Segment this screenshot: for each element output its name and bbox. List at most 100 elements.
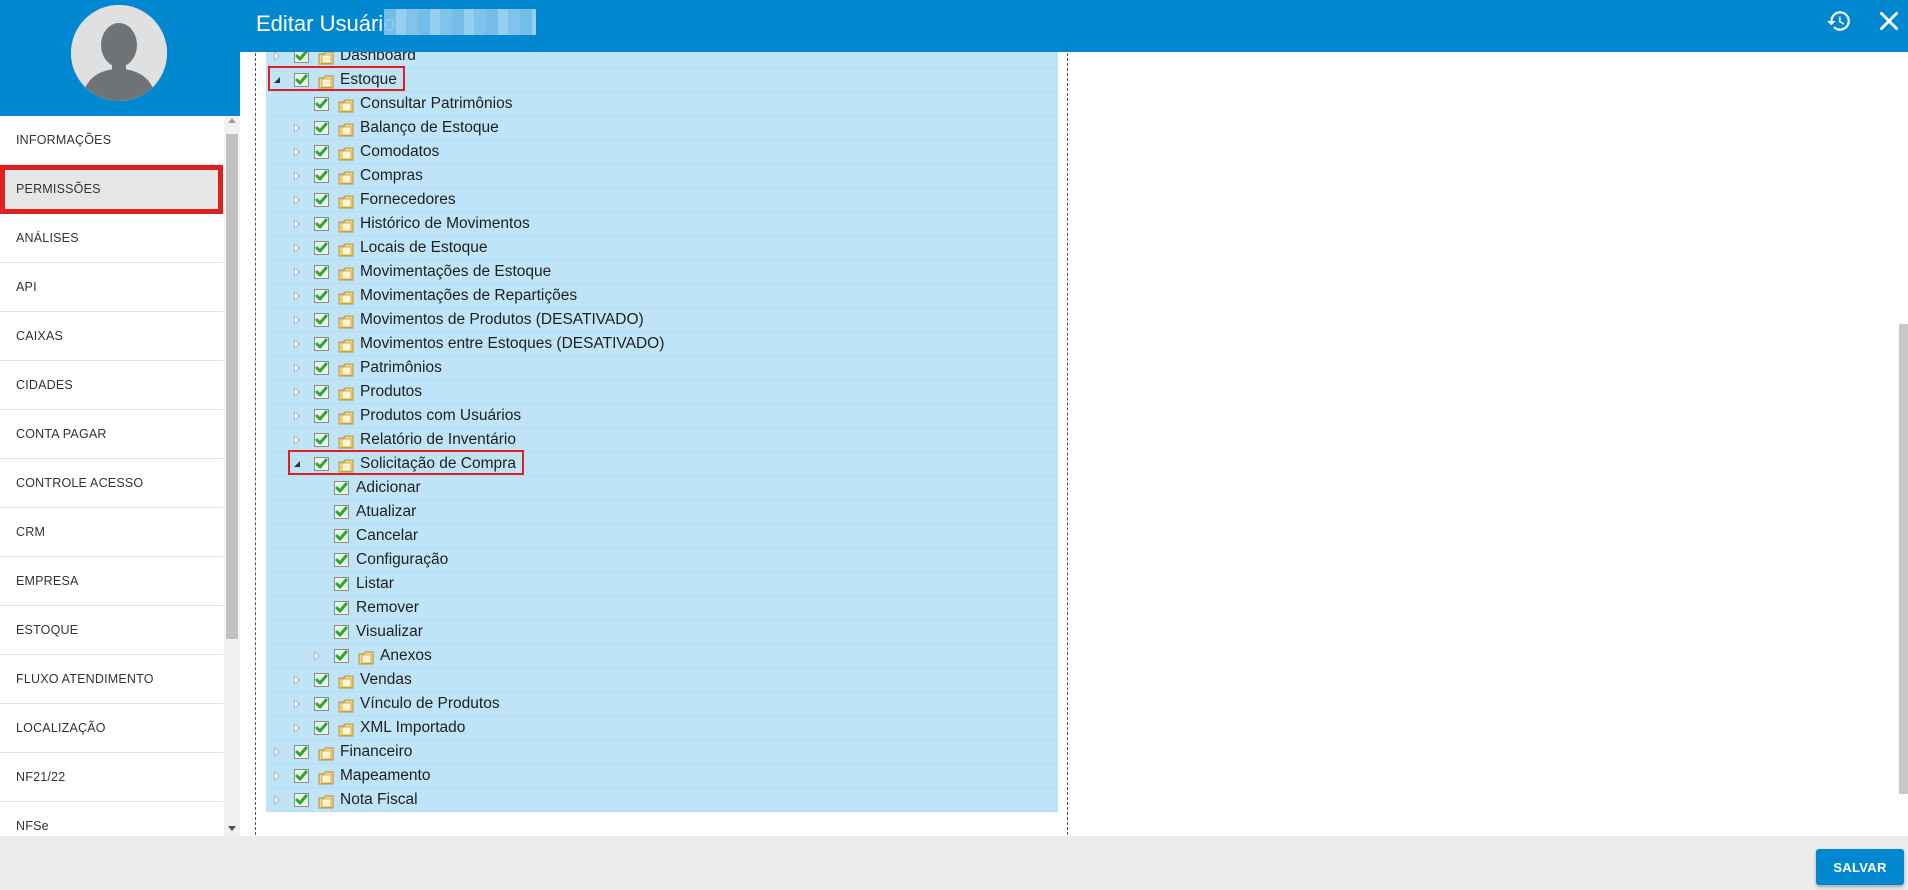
- tree-row[interactable]: Locais de Estoque: [266, 236, 1058, 260]
- expand-arrow-icon[interactable]: [294, 123, 300, 133]
- sidebar-item-0[interactable]: INFORMAÇÕES: [0, 116, 223, 165]
- tree-row[interactable]: Movimentos entre Estoques (DESATIVADO): [266, 332, 1058, 356]
- permission-checkbox[interactable]: [314, 385, 329, 399]
- permission-checkbox[interactable]: [314, 265, 329, 279]
- expand-arrow-icon[interactable]: [274, 795, 280, 805]
- expand-arrow-icon[interactable]: [274, 771, 280, 781]
- sidebar-item-7[interactable]: CONTROLE ACESSO: [0, 459, 223, 508]
- expand-arrow-icon[interactable]: [294, 315, 300, 325]
- tree-row[interactable]: Vínculo de Produtos: [266, 692, 1058, 716]
- sidebar-scrollbar[interactable]: [224, 116, 240, 836]
- history-icon[interactable]: [1826, 8, 1852, 34]
- tree-node-label[interactable]: Relatório de Inventário: [360, 428, 516, 452]
- tree-row[interactable]: Nota Fiscal: [266, 788, 1058, 812]
- tree-row[interactable]: Solicitação de Compra: [266, 450, 1058, 476]
- sidebar-item-2[interactable]: ANÁLISES: [0, 214, 223, 263]
- permission-checkbox[interactable]: [314, 313, 329, 327]
- tree-row[interactable]: Remover: [266, 596, 1058, 620]
- scroll-down-icon[interactable]: [228, 826, 236, 831]
- permission-checkbox[interactable]: [294, 745, 309, 759]
- tree-row[interactable]: Fornecedores: [266, 188, 1058, 212]
- tree-node-label[interactable]: Consultar Patrimônios: [360, 92, 512, 116]
- tree-node-label[interactable]: Visualizar: [356, 620, 423, 644]
- tree-row[interactable]: Dashboard: [266, 52, 1058, 68]
- tree-node-label[interactable]: Vendas: [360, 668, 412, 692]
- tree-row[interactable]: Patrimônios: [266, 356, 1058, 380]
- sidebar-item-9[interactable]: EMPRESA: [0, 557, 223, 606]
- tree-node-label[interactable]: Locais de Estoque: [360, 236, 488, 260]
- tree-node-label[interactable]: Estoque: [340, 68, 397, 92]
- tree-row[interactable]: Movimentações de Estoque: [266, 260, 1058, 284]
- permission-checkbox[interactable]: [314, 697, 329, 711]
- tree-row[interactable]: Visualizar: [266, 620, 1058, 644]
- tree-row[interactable]: Atualizar: [266, 500, 1058, 524]
- tree-row[interactable]: Financeiro: [266, 740, 1058, 764]
- tree-node-label[interactable]: Fornecedores: [360, 188, 456, 212]
- expand-arrow-icon[interactable]: [294, 219, 300, 229]
- tree-row[interactable]: Compras: [266, 164, 1058, 188]
- permission-checkbox[interactable]: [334, 529, 349, 543]
- sidebar-item-11[interactable]: FLUXO ATENDIMENTO: [0, 655, 223, 704]
- tree-row[interactable]: Movimentações de Repartições: [266, 284, 1058, 308]
- tree-node-label[interactable]: Produtos com Usuários: [360, 404, 521, 428]
- tree-node-label[interactable]: Atualizar: [356, 500, 416, 524]
- scroll-up-icon[interactable]: [228, 118, 236, 123]
- permission-checkbox[interactable]: [294, 769, 309, 783]
- tree-node-label[interactable]: Financeiro: [340, 740, 412, 764]
- tree-row[interactable]: Balanço de Estoque: [266, 116, 1058, 140]
- tree-node-label[interactable]: Mapeamento: [340, 764, 430, 788]
- permission-checkbox[interactable]: [314, 169, 329, 183]
- tree-row[interactable]: Histórico de Movimentos: [266, 212, 1058, 236]
- tree-node-label[interactable]: Cancelar: [356, 524, 418, 548]
- tree-node-label[interactable]: Dashboard: [340, 52, 416, 68]
- tree-row[interactable]: Movimentos de Produtos (DESATIVADO): [266, 308, 1058, 332]
- permission-checkbox[interactable]: [314, 433, 329, 447]
- content-scrollbar[interactable]: [1899, 324, 1908, 794]
- tree-row[interactable]: XML Importado: [266, 716, 1058, 740]
- expand-arrow-icon[interactable]: [294, 339, 300, 349]
- expand-arrow-icon[interactable]: [274, 747, 280, 757]
- sidebar-item-4[interactable]: CAIXAS: [0, 312, 223, 361]
- permission-checkbox[interactable]: [314, 721, 329, 735]
- permission-checkbox[interactable]: [314, 457, 329, 471]
- tree-node-label[interactable]: Produtos: [360, 380, 422, 404]
- tree-node-label[interactable]: Anexos: [380, 644, 432, 668]
- sidebar-item-6[interactable]: CONTA PAGAR: [0, 410, 223, 459]
- expand-arrow-icon[interactable]: [294, 411, 300, 421]
- tree-node-label[interactable]: Vínculo de Produtos: [360, 692, 500, 716]
- expand-arrow-icon[interactable]: [294, 363, 300, 373]
- expand-arrow-icon[interactable]: [294, 387, 300, 397]
- permission-checkbox[interactable]: [314, 409, 329, 423]
- permission-checkbox[interactable]: [294, 793, 309, 807]
- tree-node-label[interactable]: Movimentações de Estoque: [360, 260, 551, 284]
- tree-row[interactable]: Estoque: [266, 66, 1058, 92]
- permission-checkbox[interactable]: [314, 361, 329, 375]
- tree-row[interactable]: Adicionar: [266, 476, 1058, 500]
- sidebar-item-12[interactable]: LOCALIZAÇÃO: [0, 704, 223, 753]
- expand-arrow-icon[interactable]: [294, 147, 300, 157]
- tree-node-label[interactable]: Solicitação de Compra: [360, 452, 516, 476]
- sidebar-item-5[interactable]: CIDADES: [0, 361, 223, 410]
- permission-checkbox[interactable]: [334, 649, 349, 663]
- permission-checkbox[interactable]: [314, 289, 329, 303]
- tree-row[interactable]: Comodatos: [266, 140, 1058, 164]
- tree-row[interactable]: Vendas: [266, 668, 1058, 692]
- tree-node-label[interactable]: XML Importado: [360, 716, 465, 740]
- save-button[interactable]: SALVAR: [1816, 849, 1904, 885]
- expand-arrow-icon[interactable]: [294, 171, 300, 181]
- permission-checkbox[interactable]: [334, 553, 349, 567]
- collapse-arrow-icon[interactable]: [274, 77, 280, 83]
- tree-row[interactable]: Relatório de Inventário: [266, 428, 1058, 452]
- tree-node-label[interactable]: Nota Fiscal: [340, 788, 418, 812]
- sidebar-item-3[interactable]: API: [0, 263, 223, 312]
- permission-checkbox[interactable]: [334, 505, 349, 519]
- avatar[interactable]: [71, 5, 167, 101]
- permission-checkbox[interactable]: [334, 577, 349, 591]
- permission-checkbox[interactable]: [314, 241, 329, 255]
- permission-checkbox[interactable]: [334, 625, 349, 639]
- tree-node-label[interactable]: Configuração: [356, 548, 448, 572]
- permission-checkbox[interactable]: [334, 601, 349, 615]
- sidebar-item-1[interactable]: PERMISSÕES: [0, 165, 223, 214]
- permission-checkbox[interactable]: [314, 337, 329, 351]
- tree-row[interactable]: Configuração: [266, 548, 1058, 572]
